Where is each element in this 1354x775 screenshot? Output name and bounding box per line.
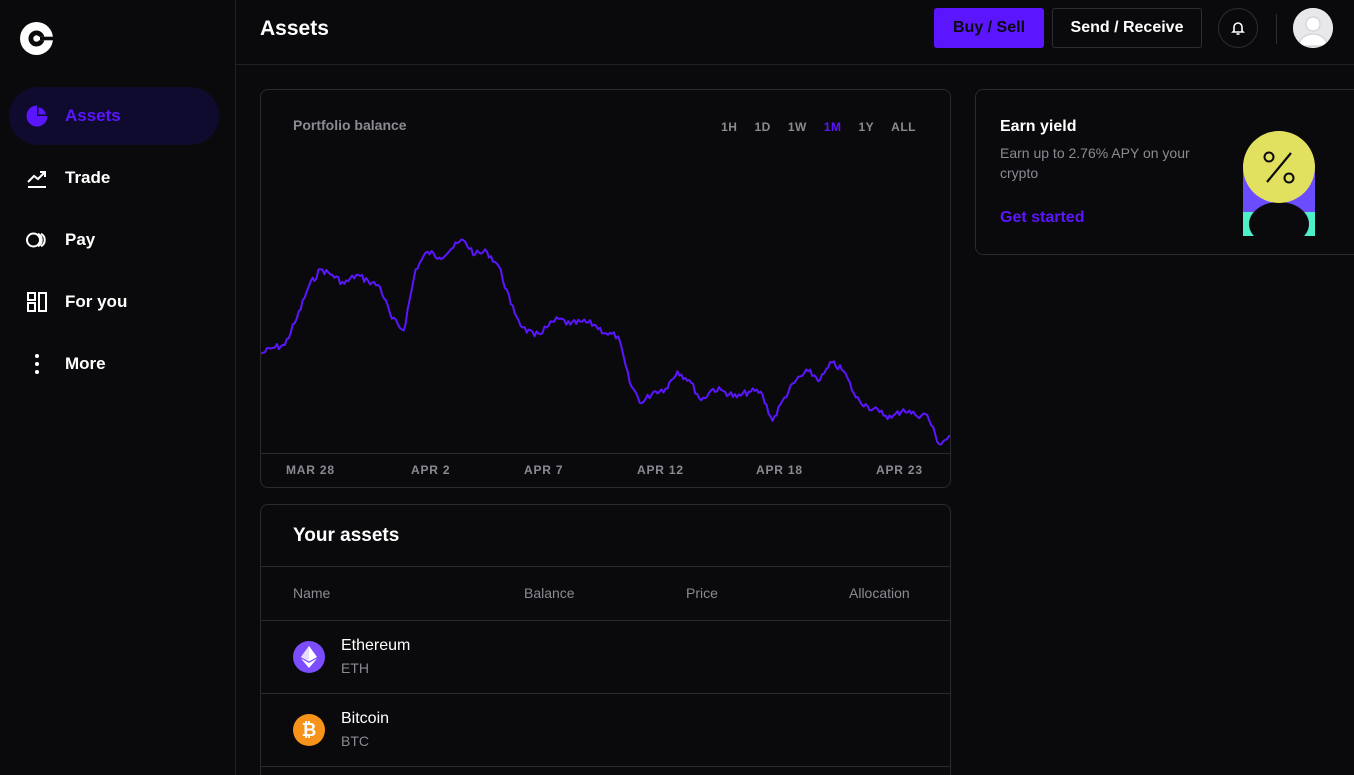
ethereum-icon	[293, 641, 325, 673]
more-vertical-icon	[25, 352, 49, 376]
table-row[interactable]: ₿ Bitcoin BTC	[261, 694, 950, 767]
x-tick-label: APR 2	[411, 463, 451, 477]
column-header-balance[interactable]: Balance	[524, 585, 575, 601]
sidebar-item-label: Assets	[65, 106, 121, 125]
x-tick-label: APR 7	[524, 463, 564, 477]
your-assets-card: Your assets Name Balance Price Allocatio…	[260, 504, 951, 775]
user-avatar-icon	[1293, 8, 1333, 48]
avatar[interactable]	[1293, 8, 1333, 48]
portfolio-balance-line	[261, 238, 950, 446]
buy-sell-button[interactable]: Buy / Sell	[934, 8, 1044, 48]
x-tick-label: APR 12	[637, 463, 684, 477]
pie-chart-icon	[25, 104, 49, 128]
asset-ticker: ETH	[341, 660, 369, 676]
layout-blocks-icon	[25, 290, 49, 314]
asset-name: Ethereum	[341, 637, 411, 654]
top-header: Assets Buy / Sell Send / Receive	[236, 0, 1354, 65]
sidebar-item-pay[interactable]: Pay	[9, 211, 219, 269]
bell-icon	[1231, 22, 1245, 35]
coinbase-logo[interactable]	[20, 22, 53, 55]
table-row[interactable]: Ethereum ETH	[261, 621, 950, 694]
sidebar: Assets Trade Pay For you More	[0, 0, 236, 775]
sidebar-item-label: Pay	[65, 230, 96, 249]
earn-title: Earn yield	[1000, 118, 1077, 135]
chart-x-axis	[261, 453, 950, 454]
divider	[261, 766, 950, 767]
sidebar-item-assets[interactable]: Assets	[9, 87, 219, 145]
page-title: Assets	[260, 17, 329, 40]
earn-yield-card: Earn yield Earn up to 2.76% APY on your …	[975, 89, 1354, 255]
x-tick-label: APR 23	[876, 463, 923, 477]
asset-name: Bitcoin	[341, 710, 390, 727]
pay-circles-icon	[25, 228, 49, 252]
assets-title: Your assets	[293, 525, 400, 546]
asset-ticker: BTC	[341, 733, 369, 749]
divider	[261, 566, 950, 567]
sidebar-item-for-you[interactable]: For you	[9, 273, 219, 331]
column-header-name[interactable]: Name	[293, 585, 330, 601]
sidebar-item-label: For you	[65, 292, 128, 311]
send-receive-button[interactable]: Send / Receive	[1052, 8, 1202, 48]
portfolio-balance-card: Portfolio balance 1H 1D 1W 1M 1Y ALL MAR…	[260, 89, 951, 488]
sidebar-item-label: More	[65, 354, 106, 373]
earn-description: Earn up to 2.76% APY on your crypto	[1000, 145, 1190, 181]
header-divider	[1276, 14, 1277, 44]
app-root: Assets Trade Pay For you More Assets Buy…	[0, 0, 1354, 775]
percent-illustration-icon	[1243, 131, 1315, 236]
sidebar-item-label: Trade	[65, 168, 111, 187]
notifications-button[interactable]	[1218, 8, 1258, 48]
bitcoin-icon: ₿	[293, 714, 325, 746]
column-header-allocation[interactable]: Allocation	[849, 585, 910, 601]
x-tick-label: APR 18	[756, 463, 803, 477]
trend-up-icon	[25, 166, 49, 190]
sidebar-item-trade[interactable]: Trade	[9, 149, 219, 207]
x-tick-label: MAR 28	[286, 463, 335, 477]
column-header-price[interactable]: Price	[686, 585, 718, 601]
portfolio-line-chart[interactable]	[261, 90, 951, 488]
sidebar-item-more[interactable]: More	[9, 335, 219, 393]
get-started-link[interactable]: Get started	[1000, 209, 1084, 227]
